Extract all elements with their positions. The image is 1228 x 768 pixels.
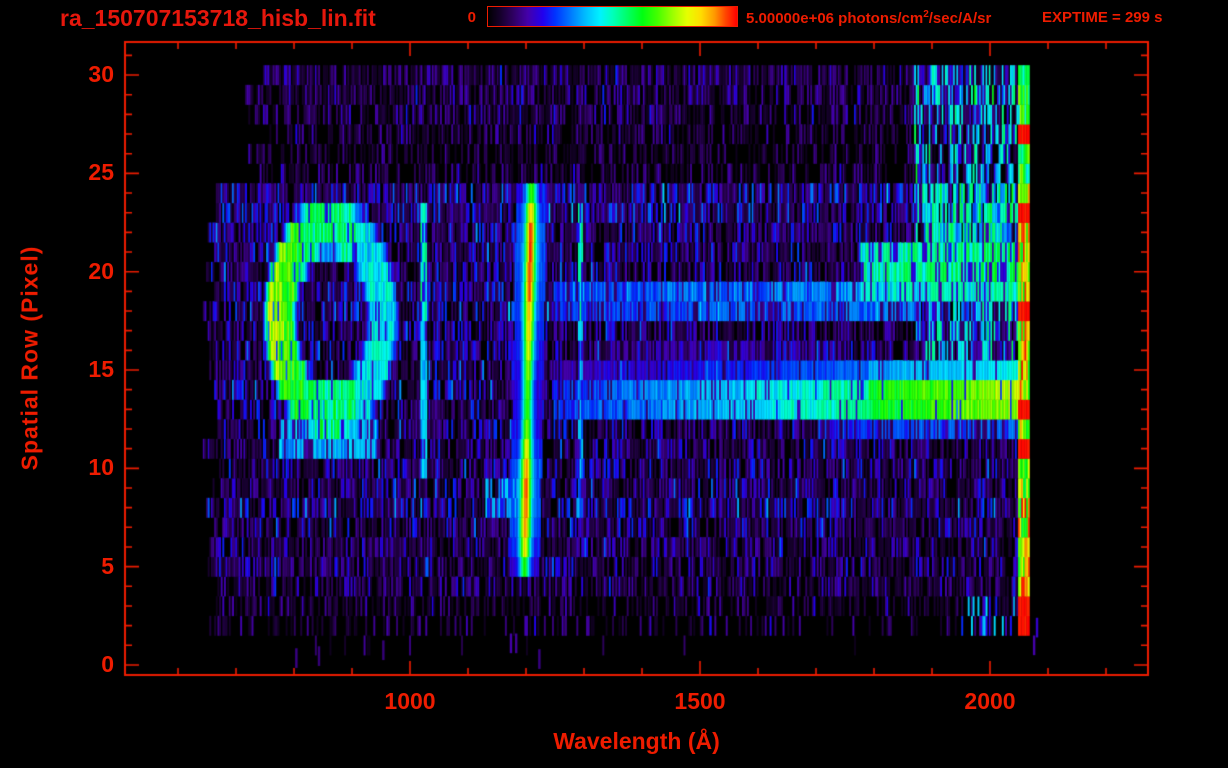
y-tick-label: 0 [101,650,114,677]
spectral-image-canvas [0,0,1228,768]
x-tick-label: 1000 [384,688,436,714]
y-tick-label: 10 [88,454,114,481]
y-tick-label: 30 [88,61,114,88]
colorbar-min-label: 0 [467,9,476,26]
y-tick-label: 25 [88,159,114,186]
colorbar-gradient [487,6,738,27]
x-tick-label: 2000 [964,688,1016,714]
window-title: ra_150707153718_hisb_lin.fit [60,5,376,31]
colorbar-max-suffix: /sec/A/sr [928,10,992,27]
exptime-label: EXPTIME = 299 s [1042,9,1163,26]
x-tick-label: 1500 [674,688,726,714]
spectrogram-viewer: ra_150707153718_hisb_lin.fit 0 5.00000e+… [0,0,1228,768]
y-tick-label: 20 [88,257,114,284]
colorbar-max-label: 5.00000e+06 photons/cm2/sec/A/sr [746,9,991,27]
y-tick-label: 5 [101,552,114,579]
y-tick-label: 15 [88,356,114,382]
x-axis-title: Wavelength (Å) [553,728,720,754]
colorbar-max-prefix: 5.00000e+06 photons/cm [746,10,924,27]
